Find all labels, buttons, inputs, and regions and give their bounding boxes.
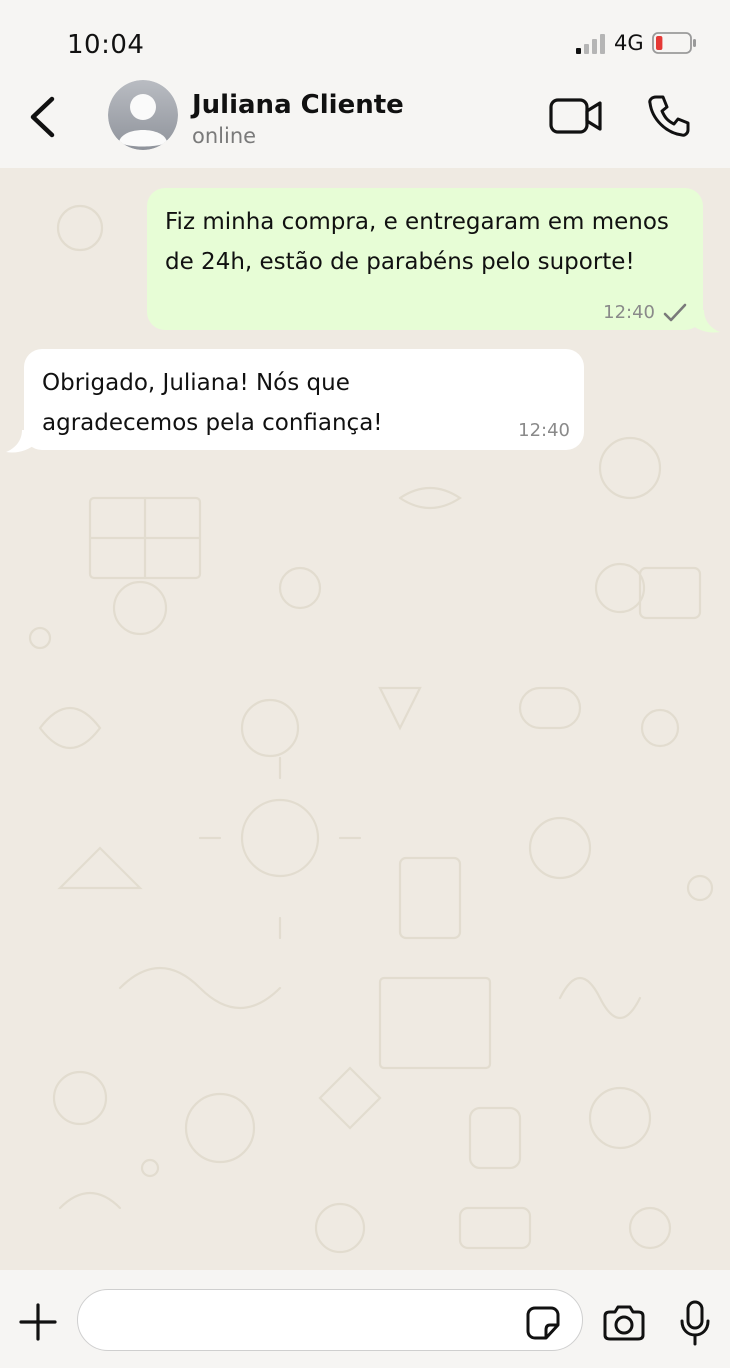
signal-icon (576, 34, 605, 54)
camera-icon[interactable] (601, 1304, 647, 1342)
phone-icon[interactable] (646, 93, 692, 139)
network-label: 4G (614, 31, 644, 55)
chat-wallpaper (28, 196, 714, 1254)
status-bar: 10:04 4G (0, 0, 730, 78)
message-text: Obrigado, Juliana! Nós que agradecemos p… (42, 370, 383, 436)
battery-icon (652, 32, 696, 54)
checkmark-icon (663, 303, 687, 322)
back-icon[interactable] (26, 94, 60, 140)
contact-name[interactable]: Juliana Cliente (192, 90, 404, 120)
contact-status: online (192, 124, 257, 148)
chat-header: Juliana Cliente online (0, 78, 730, 168)
plus-icon[interactable] (18, 1302, 58, 1342)
mic-icon[interactable] (678, 1300, 712, 1346)
message-outgoing[interactable]: Fiz minha compra, e entregaram em menos … (147, 188, 703, 330)
video-call-icon[interactable] (548, 96, 604, 136)
message-meta: 12:40 (603, 302, 689, 324)
message-time: 12:40 (518, 420, 570, 441)
input-bar (0, 1270, 730, 1368)
message-time: 12:40 (603, 302, 655, 323)
message-incoming[interactable]: Obrigado, Juliana! Nós que agradecemos p… (24, 349, 584, 450)
status-time: 10:04 (67, 30, 145, 60)
message-text: Fiz minha compra, e entregaram em menos … (165, 209, 669, 275)
sticker-icon[interactable] (524, 1305, 562, 1341)
avatar[interactable] (108, 80, 178, 150)
message-input[interactable] (77, 1289, 583, 1351)
message-meta: 12:40 (518, 420, 570, 442)
chat-area[interactable]: Fiz minha compra, e entregaram em menos … (0, 168, 730, 1270)
